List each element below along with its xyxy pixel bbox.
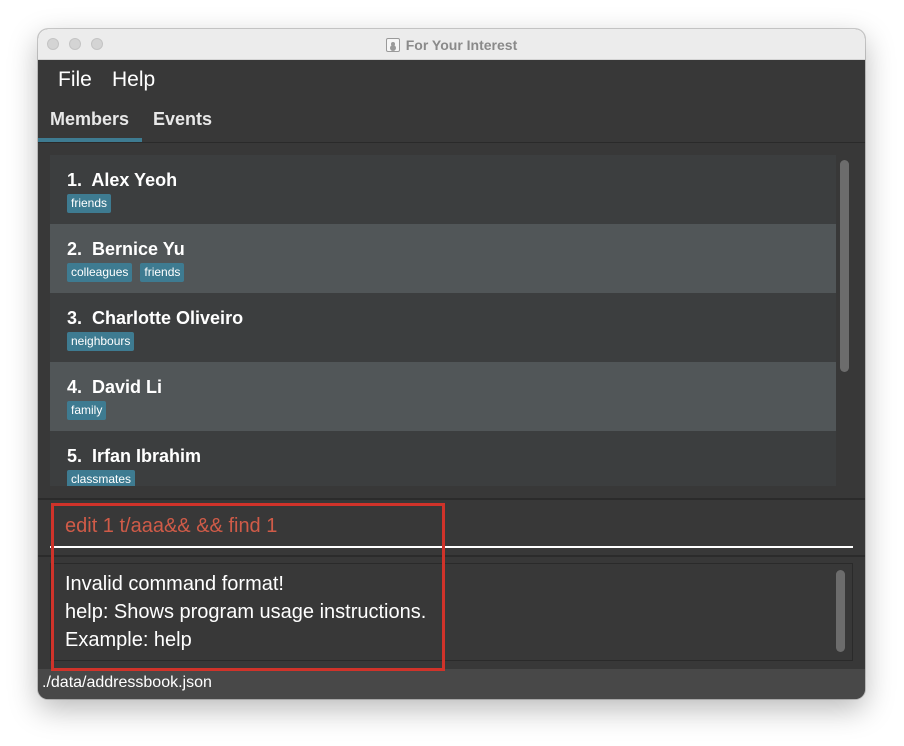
member-tags: classmates (67, 470, 136, 486)
member-name-text: Bernice Yu (92, 239, 185, 259)
member-name: 1. Alex Yeoh (67, 170, 177, 191)
tag-label: neighbours (67, 332, 135, 351)
menu-help[interactable]: Help (112, 68, 155, 92)
member-index: 5. (67, 446, 83, 466)
tag-label: friends (140, 263, 185, 282)
tag-label: friends (67, 194, 112, 213)
member-name-text: Irfan Ibrahim (92, 446, 202, 466)
active-tab-indicator (38, 138, 142, 142)
status-bar: ./data/addressbook.json (38, 669, 865, 699)
member-card[interactable]: 1. Alex Yeoh friends (50, 155, 836, 224)
menu-file[interactable]: File (58, 68, 92, 92)
member-card[interactable]: 2. Bernice Yu colleagues friends (50, 224, 836, 293)
member-list-scroll-thumb[interactable] (840, 160, 849, 372)
member-name: 5. Irfan Ibrahim (67, 446, 201, 467)
command-input[interactable] (50, 506, 853, 548)
tab-bar: Members Events (38, 100, 865, 143)
member-list[interactable]: 1. Alex Yeoh friends 2. Bernice Yu colle… (50, 155, 836, 486)
member-name-text: Alex Yeoh (91, 170, 178, 190)
command-box (38, 500, 865, 555)
member-index: 3. (67, 308, 83, 328)
tag-label: colleagues (67, 263, 133, 282)
member-tags: friends (67, 194, 112, 213)
result-line: help: Shows program usage instructions. (65, 601, 427, 623)
app-window: For Your Interest File Help Members Even… (38, 29, 865, 699)
member-index: 1. (67, 170, 83, 190)
member-tags: neighbours (67, 332, 135, 351)
result-display[interactable]: Invalid command format! help: Shows prog… (50, 563, 853, 661)
member-index: 4. (67, 377, 83, 397)
tab-members[interactable]: Members (50, 109, 129, 130)
member-name-text: David Li (92, 377, 163, 397)
save-location-path: ./data/addressbook.json (42, 674, 212, 691)
tag-label: family (67, 401, 107, 420)
member-card[interactable]: 3. Charlotte Oliveiro neighbours (50, 293, 836, 362)
member-name: 3. Charlotte Oliveiro (67, 308, 243, 329)
member-index: 2. (67, 239, 83, 259)
menu-bar: File Help (38, 60, 865, 100)
window-title-group: For Your Interest (38, 29, 865, 60)
result-scroll-thumb[interactable] (836, 570, 845, 652)
title-bar: For Your Interest (38, 29, 865, 60)
member-list-panel: 1. Alex Yeoh friends 2. Bernice Yu colle… (38, 143, 865, 498)
divider (38, 555, 865, 557)
result-line: Example: help (65, 629, 192, 651)
tab-events[interactable]: Events (153, 109, 212, 130)
member-list-scrollbar[interactable] (839, 155, 850, 486)
tag-label: classmates (67, 470, 136, 486)
app-icon (385, 37, 400, 52)
member-tags: colleagues friends (67, 263, 185, 282)
member-name: 2. Bernice Yu (67, 239, 185, 260)
member-tags: family (67, 401, 107, 420)
member-card[interactable]: 5. Irfan Ibrahim classmates (50, 431, 836, 486)
window-title: For Your Interest (405, 36, 518, 53)
result-line: Invalid command format! (65, 573, 284, 595)
member-card[interactable]: 4. David Li family (50, 362, 836, 431)
member-name: 4. David Li (67, 377, 162, 398)
member-name-text: Charlotte Oliveiro (92, 308, 244, 328)
